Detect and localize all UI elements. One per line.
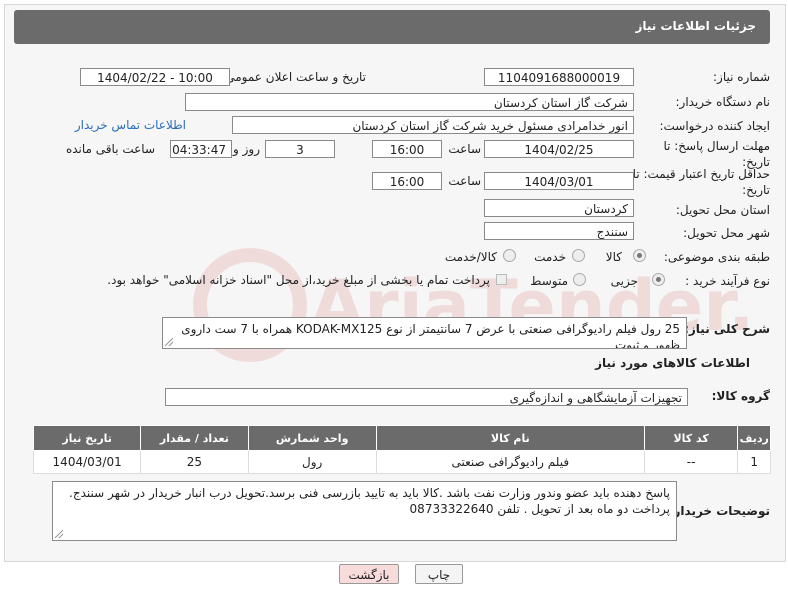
price-time-label: ساعت xyxy=(448,174,481,188)
description-label: شرح کلی نیاز: xyxy=(684,322,770,336)
treasury-payment-note: پرداخت تمام یا بخشی از مبلغ خرید،از محل … xyxy=(107,273,490,287)
category-option-goods-service: کالا/خدمت xyxy=(444,250,497,264)
cell-need-date: 1404/03/01 xyxy=(32,450,142,474)
col-name: نام کالا xyxy=(375,425,645,451)
province-label: استان محل تحویل: xyxy=(675,203,770,217)
need-number-label: شماره نیاز: xyxy=(713,70,770,84)
requester-field: انور خدامرادی مسئول خرید شرکت گاز استان … xyxy=(232,116,634,134)
cell-code: -- xyxy=(643,450,739,474)
reply-time-field: 16:00 xyxy=(372,140,442,158)
resize-grip-icon[interactable] xyxy=(55,530,63,538)
buyer-org-label: نام دستگاه خریدار: xyxy=(675,95,771,109)
description-text: 25 رول فیلم رادیوگرافی صنعتی با عرض 7 سا… xyxy=(181,322,680,349)
goods-group-label: گروه کالا: xyxy=(711,389,770,403)
category-radio-goods-service[interactable] xyxy=(503,249,516,262)
buyer-notes-line-2: پرداخت دو ماه بعد از تحویل . تلفن 087333… xyxy=(409,502,670,516)
price-time-field: 16:00 xyxy=(372,172,442,190)
resize-grip-icon[interactable] xyxy=(165,338,173,346)
reply-time-label: ساعت xyxy=(448,142,481,156)
header-bar: جزئیات اطلاعات نیاز xyxy=(14,10,770,44)
price-date-field: 1404/03/01 xyxy=(484,172,634,190)
treasury-payment-checkbox[interactable] xyxy=(496,274,507,285)
cell-row: 1 xyxy=(737,450,771,474)
category-option-service: خدمت xyxy=(534,250,566,264)
buyer-org-field: شرکت گاز استان کردستان xyxy=(185,93,634,111)
days-field: 3 xyxy=(265,140,335,158)
col-need-date: تاریخ نیاز xyxy=(32,425,142,451)
goods-section-title: اطلاعات کالاهای مورد نیاز xyxy=(595,356,750,370)
description-textarea[interactable]: 25 رول فیلم رادیوگرافی صنعتی با عرض 7 سا… xyxy=(162,317,687,349)
goods-group-field: تجهیزات آزمایشگاهی و اندازه‌گیری xyxy=(165,388,688,406)
buyer-notes-line-1: پاسخ دهنده باید عضو وندور وزارت نفت باشد… xyxy=(69,486,670,500)
category-label: طبقه بندی موضوعی: xyxy=(663,250,770,264)
goods-table: ردیف کد کالا نام کالا واحد شمارش تعداد /… xyxy=(32,425,771,474)
process-radio-minor[interactable] xyxy=(652,273,665,286)
col-unit: واحد شمارش xyxy=(247,425,377,451)
goods-table-header: ردیف کد کالا نام کالا واحد شمارش تعداد /… xyxy=(32,425,771,451)
cell-name: فیلم رادیوگرافی صنعتی xyxy=(375,450,645,474)
col-row: ردیف xyxy=(737,425,771,451)
back-button[interactable]: بازگشت xyxy=(339,564,399,584)
contact-buyer-link[interactable]: اطلاعات تماس خریدار xyxy=(75,118,186,132)
announce-field: 1404/02/22 - 10:00 xyxy=(80,68,230,86)
cell-unit: رول xyxy=(247,450,377,474)
process-option-medium: متوسط xyxy=(530,274,568,288)
province-field: کردستان xyxy=(484,199,634,217)
days-label: روز و xyxy=(233,142,260,156)
page-title: جزئیات اطلاعات نیاز xyxy=(635,19,756,33)
remaining-label: ساعت باقی مانده xyxy=(65,142,155,156)
buyer-notes-textarea[interactable]: پاسخ دهنده باید عضو وندور وزارت نفت باشد… xyxy=(52,481,677,541)
requester-label: ایجاد کننده درخواست: xyxy=(659,119,770,133)
col-code: کد کالا xyxy=(643,425,739,451)
table-row: 1 -- فیلم رادیوگرافی صنعتی رول 25 1404/0… xyxy=(32,450,771,474)
remaining-time-field: 04:33:47 xyxy=(170,140,232,158)
price-validity-label: حداقل تاریخ اعتبار قیمت: تا تاریخ: xyxy=(632,167,770,197)
announce-label: تاریخ و ساعت اعلان عمومی: xyxy=(221,70,366,84)
city-label: شهر محل تحویل: xyxy=(683,226,770,240)
need-number-field: 1104091688000019 xyxy=(484,68,634,86)
print-button[interactable]: چاپ xyxy=(415,564,463,584)
category-option-goods: کالا xyxy=(605,250,622,264)
process-label: نوع فرآیند خرید : xyxy=(685,274,770,288)
process-radio-medium[interactable] xyxy=(573,273,586,286)
reply-date-field: 1404/02/25 xyxy=(484,140,634,158)
process-option-minor: جزیی xyxy=(610,274,638,288)
city-field: سنندج xyxy=(484,222,634,240)
category-radio-service[interactable] xyxy=(572,249,585,262)
col-quantity: تعداد / مقدار xyxy=(140,425,249,451)
buyer-notes-label: توضیحات خریدار: xyxy=(668,504,770,518)
category-radio-goods[interactable] xyxy=(633,249,646,262)
cell-quantity: 25 xyxy=(140,450,249,474)
